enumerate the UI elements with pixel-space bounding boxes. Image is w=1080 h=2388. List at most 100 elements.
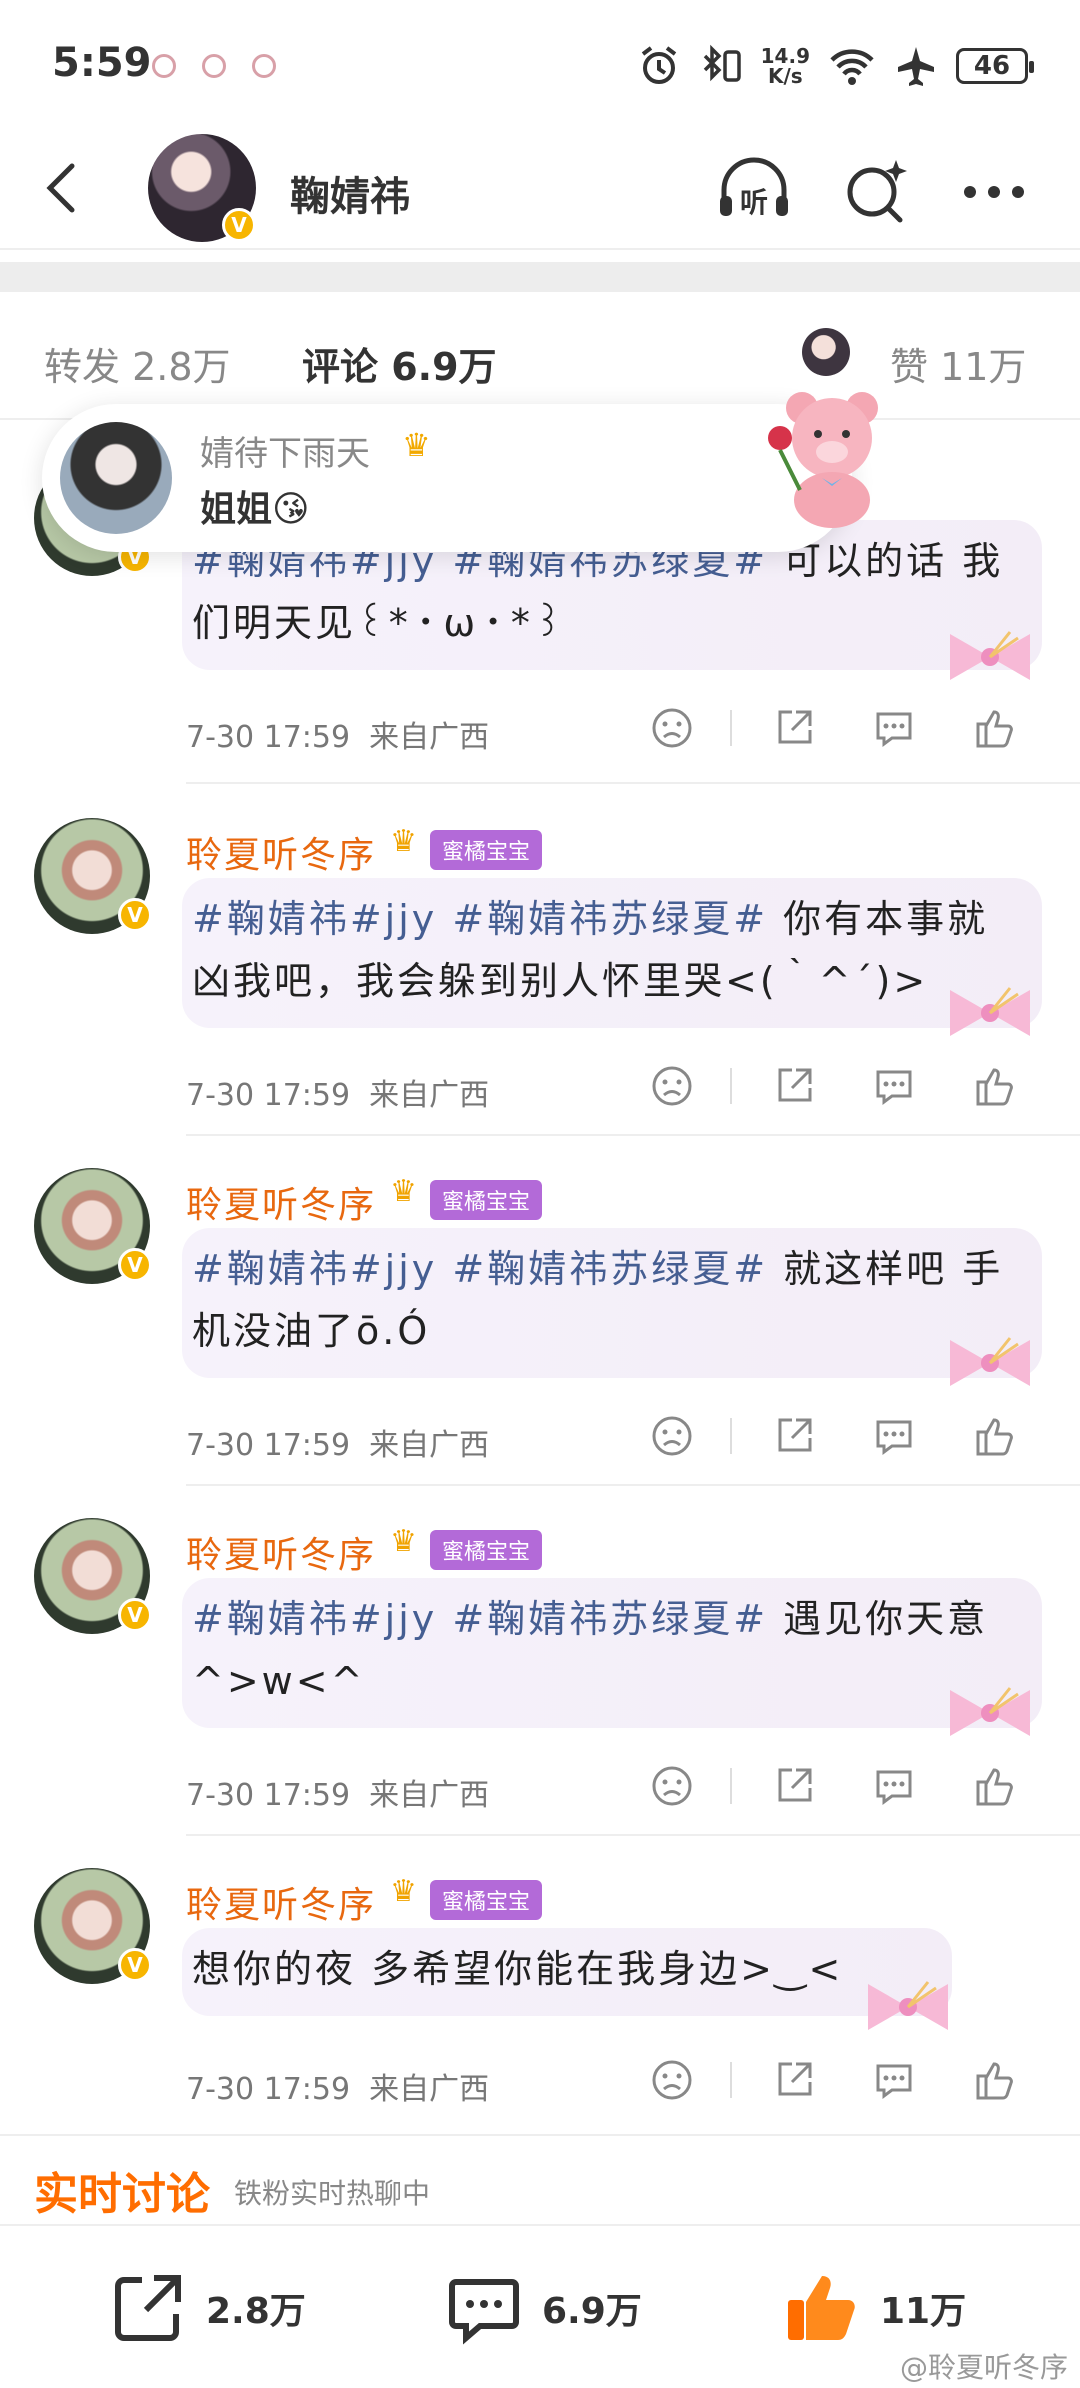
commenter-name[interactable]: 聆夏听冬序 [186,1176,376,1228]
comment-bubble: #鞠婧祎#jjy #鞠婧祎苏绿夏# 你有本事就凶我吧，我会躲到别人怀里哭<(｀^… [182,878,1042,1028]
reply-icon[interactable] [872,2058,916,2102]
comment-meta: 7-30 17:59 来自广西 [186,2072,490,2107]
dislike-face-icon[interactable] [650,1764,694,1808]
comment-text: 想你的夜 多希望你能在我身边>‿< [192,1947,844,1991]
liker-avatar [802,328,850,376]
reply-icon[interactable] [872,1414,916,1458]
pink-bear-sticker-icon [768,392,878,528]
bow-decoration-icon [950,1337,1030,1386]
verified-badge-icon: V [118,1248,152,1282]
fan-tag: 蜜橘宝宝 [430,1880,543,1920]
dislike-face-icon[interactable] [650,2058,694,2102]
notification-icon [202,54,226,78]
fan-tag: 蜜橘宝宝 [430,1180,543,1220]
comment-hashtags[interactable]: #鞠婧祎#jjy #鞠婧祎苏绿夏# [192,1597,768,1641]
commenter-avatar[interactable]: V [34,818,152,934]
bow-decoration-icon [950,987,1030,1036]
bow-decoration-icon [868,1981,948,2030]
network-speed: 14.9 K/s [760,44,810,88]
status-bar: 5:59 14.9 K/s 46 [0,0,1080,130]
reply-icon[interactable] [872,1764,916,1808]
comment-actions [650,1064,1072,1108]
repost-button[interactable]: 2.8万 [110,2270,306,2346]
battery-indicator: 46 [956,48,1034,84]
like-button[interactable]: 11万 [784,2270,966,2346]
comment-meta: 7-30 17:59 来自广西 [186,1078,490,1113]
popup-avatar [60,422,172,534]
verified-badge-icon: V [222,208,256,242]
dislike-face-icon[interactable] [650,1064,694,1108]
commenter-name[interactable]: 聆夏听冬序 [186,1526,376,1578]
dislike-face-icon[interactable] [650,706,694,750]
like-icon[interactable] [972,1064,1016,1108]
like-icon[interactable] [972,2058,1016,2102]
wifi-icon [830,49,874,85]
svg-text:听: 听 [740,186,768,219]
comment-actions [650,2058,1072,2102]
commenter-avatar[interactable]: V [34,1868,152,1984]
crown-icon: ♛ [402,426,431,464]
engagement-tabs: 转发 2.8万 评论 6.9万 赞 11万 [0,300,1080,420]
popup-user-name: 婧待下雨天 [200,434,370,474]
airplane-icon [898,47,934,86]
tab-comments[interactable]: 评论 6.9万 [302,336,497,391]
dislike-face-icon[interactable] [650,1414,694,1458]
tab-repost[interactable]: 转发 2.8万 [44,336,231,391]
notification-icon [152,54,176,78]
commenter-avatar[interactable]: V [34,1518,152,1634]
bottom-action-bar: 2.8万 6.9万 11万 @聆夏听冬序 [0,2224,1080,2388]
comment-hashtags[interactable]: #鞠婧祎#jjy #鞠婧祎苏绿夏# [192,1247,768,1291]
comment-meta: 7-30 17:59 来自广西 [186,1778,490,1813]
author-name[interactable]: 鞠婧祎 [290,164,410,222]
crown-icon: ♛ [390,1174,417,1209]
listen-icon[interactable]: 听 [714,152,794,232]
crown-icon: ♛ [390,1874,417,1909]
like-icon[interactable] [972,1414,1016,1458]
tab-likes[interactable]: 赞 11万 [890,336,1026,391]
fan-tag: 蜜橘宝宝 [430,830,543,870]
like-icon[interactable] [972,1764,1016,1808]
comment-count: 6.9万 [542,2291,642,2332]
status-time: 5:59 [52,40,152,86]
reply-icon[interactable] [872,706,916,750]
comment-actions [650,706,1072,750]
commenter-name[interactable]: 聆夏听冬序 [186,826,376,878]
bluetooth-battery-icon [703,44,741,82]
crown-icon: ♛ [390,1524,417,1559]
share-icon[interactable] [772,2058,816,2102]
back-arrow-icon[interactable] [36,158,96,218]
comment-bubble: #鞠婧祎#jjy #鞠婧祎苏绿夏# 遇见你天意 ^>w<^ [182,1578,1042,1728]
section-separator [0,262,1080,292]
verified-badge-icon: V [118,898,152,932]
alarm-icon [641,46,676,84]
author-avatar[interactable]: V [148,134,256,242]
like-icon[interactable] [972,706,1016,750]
comment-button[interactable]: 6.9万 [446,2270,642,2346]
fan-tag: 蜜橘宝宝 [430,1530,543,1570]
comment-meta: 7-30 17:59 来自广西 [186,1428,490,1463]
search-icon[interactable] [836,152,916,232]
realtime-discussion-title[interactable]: 实时讨论 [34,2158,210,2222]
more-options-icon[interactable] [954,152,1034,232]
live-comment-popup[interactable]: 婧待下雨天 ♛ 姐姐😘 [42,392,878,552]
like-count: 11万 [880,2291,967,2332]
crown-icon: ♛ [390,824,417,859]
comment-bubble: #鞠婧祎#jjy #鞠婧祎苏绿夏# 就这样吧 手机没油了ō.Ó [182,1228,1042,1378]
share-icon[interactable] [772,706,816,750]
share-icon [115,2275,181,2341]
comment-meta: 7-30 17:59 来自广西 [186,720,490,755]
like-icon [788,2276,855,2340]
comment-hashtags[interactable]: #鞠婧祎#jjy #鞠婧祎苏绿夏# [192,897,768,941]
top-navigation-bar: V 鞠婧祎 听 [0,130,1080,250]
verified-badge-icon: V [118,1948,152,1982]
watermark: @聆夏听冬序 [899,2351,1068,2384]
commenter-name[interactable]: 聆夏听冬序 [186,1876,376,1928]
share-icon[interactable] [772,1414,816,1458]
reply-icon[interactable] [872,1064,916,1108]
repost-count: 2.8万 [206,2291,306,2332]
comment-icon [449,2279,519,2345]
commenter-avatar[interactable]: V [34,1168,152,1284]
share-icon[interactable] [772,1764,816,1808]
share-icon[interactable] [772,1064,816,1108]
realtime-discussion-subtitle: 铁粉实时热聊中 [234,2177,431,2210]
